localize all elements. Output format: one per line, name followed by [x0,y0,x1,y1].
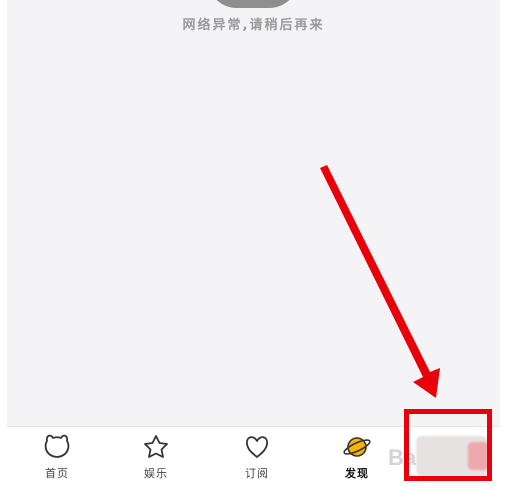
annotation-arrow-icon [320,165,440,398]
